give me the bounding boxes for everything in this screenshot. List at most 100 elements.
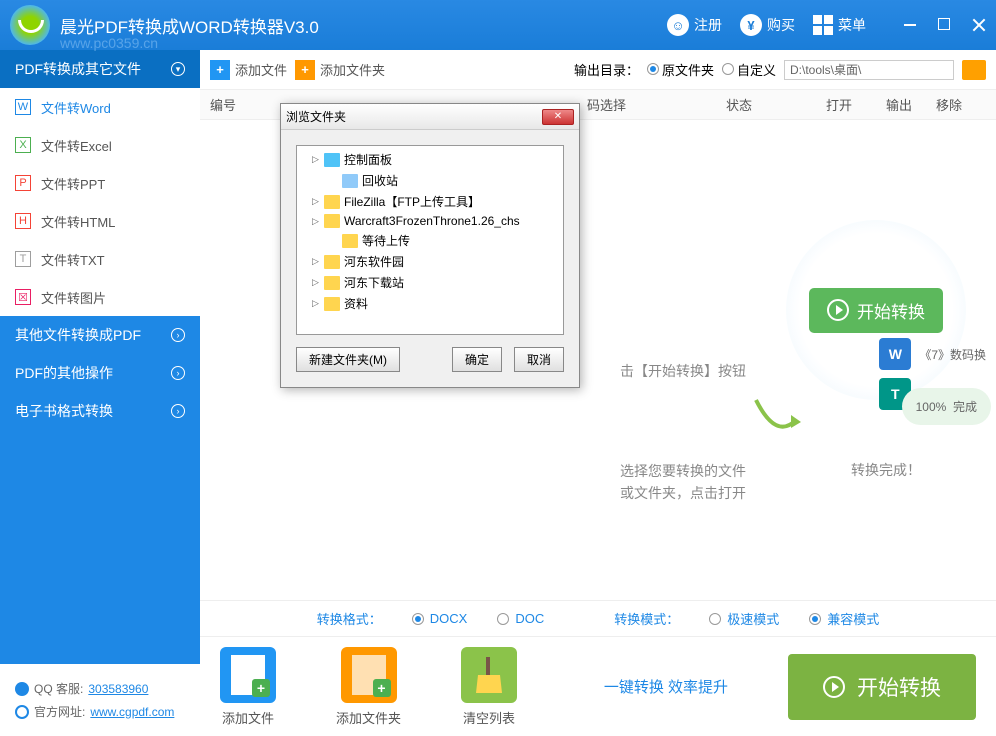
start-convert-button[interactable]: 开始转换 — [788, 654, 976, 720]
site-link[interactable]: www.cgpdf.com — [90, 705, 174, 719]
chevron-right-icon: › — [171, 328, 185, 342]
add-folder-button[interactable]: + 添加文件夹 — [295, 60, 385, 80]
file-name: 《7》数码换 — [919, 346, 986, 363]
tree-item[interactable]: ▷ 资料 — [300, 293, 560, 314]
sidebar-item-5[interactable]: ☒文件转图片 — [0, 278, 200, 316]
clear-label: 清空列表 — [463, 708, 515, 727]
file-type-icon: X — [15, 137, 31, 153]
ok-button[interactable]: 确定 — [452, 347, 502, 372]
progress-label: 完成 — [953, 400, 977, 414]
radio-icon — [709, 613, 721, 625]
sidebar-category-0[interactable]: 其他文件转换成PDF › — [0, 316, 200, 354]
add-file-big-button[interactable]: + 添加文件 — [220, 647, 276, 727]
site-row: 官方网址: www.cgpdf.com — [15, 703, 185, 720]
sidebar-item-4[interactable]: T文件转TXT — [0, 240, 200, 278]
dialog-buttons: 新建文件夹(M) 确定 取消 — [296, 347, 564, 372]
window-controls — [904, 18, 986, 32]
bottom-bar: + 添加文件 + 添加文件夹 清空列表 一键转换 效率提升 开始转换 — [200, 636, 996, 736]
folder-icon — [324, 276, 340, 290]
progress-pct: 100% — [916, 400, 947, 414]
expand-icon[interactable]: ▷ — [312, 154, 320, 165]
tree-item[interactable]: ▷ Warcraft3FrozenThrone1.26_chs — [300, 212, 560, 230]
category-label: 其他文件转换成PDF — [15, 325, 141, 345]
tree-item[interactable]: ▷控制面板 — [300, 149, 560, 170]
dialog-titlebar[interactable]: 浏览文件夹 ✕ — [281, 104, 579, 130]
dialog-close-button[interactable]: ✕ — [542, 109, 574, 125]
tree-item-label: FileZilla【FTP上传工具】 — [344, 193, 480, 210]
add-folder-big-button[interactable]: + 添加文件夹 — [336, 647, 401, 727]
sidebar-header[interactable]: PDF转换成其它文件 ▾ — [0, 50, 200, 88]
sidebar-category-1[interactable]: PDF的其他操作› — [0, 354, 200, 392]
minimize-button[interactable] — [904, 18, 918, 32]
sidebar-item-label: 文件转TXT — [41, 250, 105, 269]
hint-select-file: 选择您要转换的文件 或文件夹，点击打开 — [620, 460, 746, 505]
radio-icon — [497, 613, 509, 625]
radio-icon — [809, 613, 821, 625]
radio-docx[interactable]: DOCX — [412, 611, 468, 626]
sidebar-item-3[interactable]: H文件转HTML — [0, 202, 200, 240]
expand-icon[interactable]: ▷ — [312, 216, 320, 227]
toolbar: + 添加文件 + 添加文件夹 输出目录： 原文件夹 自定义 — [200, 50, 996, 90]
tree-item[interactable]: 等待上传 — [300, 230, 560, 251]
play-icon — [823, 676, 845, 698]
options-bar: 转换格式： DOCX DOC 转换模式： 极速模式 兼容模式 — [200, 600, 996, 636]
radio-fast[interactable]: 极速模式 — [709, 609, 779, 628]
folder-icon — [324, 214, 340, 228]
qq-label: QQ 客服: — [34, 680, 83, 697]
sidebar-item-1[interactable]: X 文件转Excel — [0, 126, 200, 164]
tree-item[interactable]: ▷河东软件园 — [300, 251, 560, 272]
sidebar-item-2[interactable]: P文件转PPT — [0, 164, 200, 202]
output-label: 输出目录： — [574, 60, 639, 79]
col-index: 编号 — [210, 95, 270, 114]
folder-icon — [324, 195, 340, 209]
expand-icon[interactable]: ▷ — [312, 256, 320, 267]
tree-item[interactable]: 回收站 — [300, 170, 560, 191]
expand-icon[interactable]: ▷ — [312, 277, 320, 288]
cancel-button[interactable]: 取消 — [514, 347, 564, 372]
sidebar-item-0[interactable]: W 文件转Word — [0, 88, 200, 126]
path-input[interactable] — [784, 60, 954, 80]
new-folder-button[interactable]: 新建文件夹(M) — [296, 347, 400, 372]
title-actions: ☺ 注册 ¥ 购买 菜单 — [667, 14, 986, 36]
expand-icon[interactable]: ▷ — [312, 196, 320, 207]
menu-button[interactable]: 菜单 — [813, 15, 866, 35]
register-label: 注册 — [694, 15, 722, 35]
buy-button[interactable]: ¥ 购买 — [740, 14, 795, 36]
tree-item[interactable]: ▷ FileZilla【FTP上传工具】 — [300, 191, 560, 212]
add-folder-label: 添加文件夹 — [320, 60, 385, 79]
folder-icon: + — [341, 647, 397, 703]
sidebar-item-label: 文件转Word — [41, 98, 111, 117]
tree-item[interactable]: ▷河东下载站 — [300, 272, 560, 293]
folder-tree[interactable]: ▷控制面板回收站 ▷ FileZilla【FTP上传工具】 ▷ Warcraft3Fro… — [296, 145, 564, 335]
register-button[interactable]: ☺ 注册 — [667, 14, 722, 36]
buy-label: 购买 — [767, 15, 795, 35]
qq-link[interactable]: 303583960 — [88, 682, 148, 696]
watermark: www.pc0359.cn — [60, 35, 158, 51]
radio-custom[interactable]: 自定义 — [722, 60, 776, 79]
add-file-button[interactable]: + 添加文件 — [210, 60, 287, 80]
tree-item-label: Warcraft3FrozenThrone1.26_chs — [344, 214, 520, 228]
radio-compat[interactable]: 兼容模式 — [809, 609, 879, 628]
close-button[interactable] — [972, 18, 986, 32]
radio-original[interactable]: 原文件夹 — [647, 60, 714, 79]
category-label: 电子书格式转换 — [15, 401, 113, 421]
dialog-body: ▷控制面板回收站 ▷ FileZilla【FTP上传工具】 ▷ Warcraft3Fro… — [281, 130, 579, 387]
menu-label: 菜单 — [838, 15, 866, 35]
tree-item-label: 回收站 — [362, 172, 398, 189]
clear-list-button[interactable]: 清空列表 — [461, 647, 517, 727]
folder-icon[interactable] — [962, 60, 986, 80]
maximize-button[interactable] — [938, 18, 952, 32]
grid-icon — [813, 15, 833, 35]
file-type-icon: W — [15, 99, 31, 115]
sidebar-category-2[interactable]: 电子书格式转换› — [0, 392, 200, 430]
folder-icon — [324, 297, 340, 311]
format-label: 转换格式： — [317, 609, 382, 628]
file-type-icon: P — [15, 175, 31, 191]
sidebar-item-label: 文件转Excel — [41, 136, 112, 155]
result-file-1: W 《7》数码换 — [879, 338, 986, 370]
tree-item-label: 资料 — [344, 295, 368, 312]
expand-icon[interactable]: ▷ — [312, 298, 320, 309]
add-folder-big-label: 添加文件夹 — [336, 708, 401, 727]
radio-doc[interactable]: DOC — [497, 611, 544, 626]
qq-row: QQ 客服: 303583960 — [15, 680, 185, 697]
